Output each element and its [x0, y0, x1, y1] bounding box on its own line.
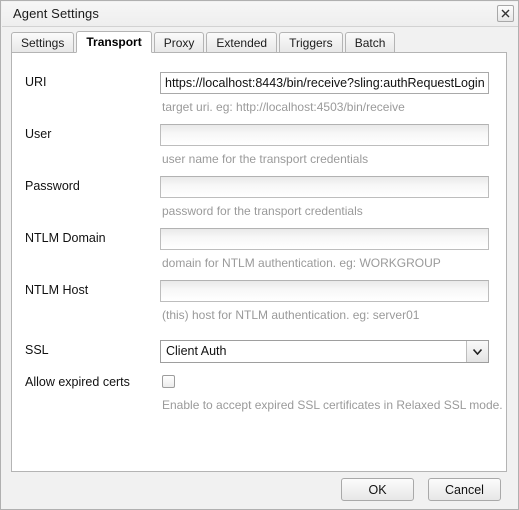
uri-hint: target uri. eg: http://localhost:4503/bi…	[162, 100, 405, 114]
close-button[interactable]	[497, 5, 514, 22]
user-label: User	[25, 127, 52, 141]
uri-input[interactable]: https://localhost:8443/bin/receive?sling…	[160, 72, 489, 94]
password-hint: password for the transport credentials	[162, 204, 363, 218]
tab-strip: Settings Transport Proxy Extended Trigge…	[11, 31, 507, 53]
ntlm-domain-hint: domain for NTLM authentication. eg: WORK…	[162, 256, 441, 270]
tab-label: Extended	[216, 35, 268, 50]
cancel-button[interactable]: Cancel	[428, 478, 501, 501]
ssl-dropdown-button[interactable]	[466, 341, 488, 362]
tab-label: Transport	[86, 35, 142, 49]
agent-settings-window: Agent Settings Settings Transport Proxy …	[0, 0, 519, 510]
transport-panel: URI https://localhost:8443/bin/receive?s…	[11, 52, 507, 472]
ntlm-host-hint: (this) host for NTLM authentication. eg:…	[162, 308, 420, 322]
allow-expired-certs-hint: Enable to accept expired SSL certificate…	[162, 398, 503, 412]
uri-value: https://localhost:8443/bin/receive?sling…	[165, 76, 485, 90]
tab-label: Triggers	[289, 35, 333, 50]
ssl-select[interactable]: Client Auth	[160, 340, 489, 363]
window-title: Agent Settings	[13, 6, 99, 21]
tab-label: Proxy	[163, 35, 195, 50]
ntlm-domain-label: NTLM Domain	[25, 231, 106, 245]
tab-triggers[interactable]: Triggers	[279, 32, 343, 53]
ssl-label: SSL	[25, 343, 49, 357]
tab-batch[interactable]: Batch	[344, 32, 396, 53]
ssl-selected-value: Client Auth	[166, 344, 227, 358]
chevron-down-icon	[473, 348, 482, 355]
ntlm-host-label: NTLM Host	[25, 283, 89, 297]
ntlm-domain-input[interactable]	[160, 228, 489, 250]
allow-expired-certs-checkbox[interactable]	[162, 375, 175, 388]
tab-label: Settings	[21, 35, 65, 50]
user-hint: user name for the transport credentials	[162, 152, 369, 166]
tab-extended[interactable]: Extended	[206, 32, 278, 53]
uri-label: URI	[25, 75, 47, 89]
dialog-footer: OK Cancel	[2, 471, 517, 508]
password-label: Password	[25, 179, 80, 193]
user-input[interactable]	[160, 124, 489, 146]
ntlm-host-input[interactable]	[160, 280, 489, 302]
password-input[interactable]	[160, 176, 489, 198]
tab-settings[interactable]: Settings	[11, 32, 75, 53]
tab-label: Batch	[354, 35, 386, 50]
ok-button[interactable]: OK	[341, 478, 414, 501]
allow-expired-certs-label: Allow expired certs	[25, 375, 130, 389]
title-bar: Agent Settings	[2, 2, 518, 27]
close-icon	[501, 9, 510, 18]
tab-transport[interactable]: Transport	[76, 31, 152, 53]
tab-proxy[interactable]: Proxy	[153, 32, 205, 53]
